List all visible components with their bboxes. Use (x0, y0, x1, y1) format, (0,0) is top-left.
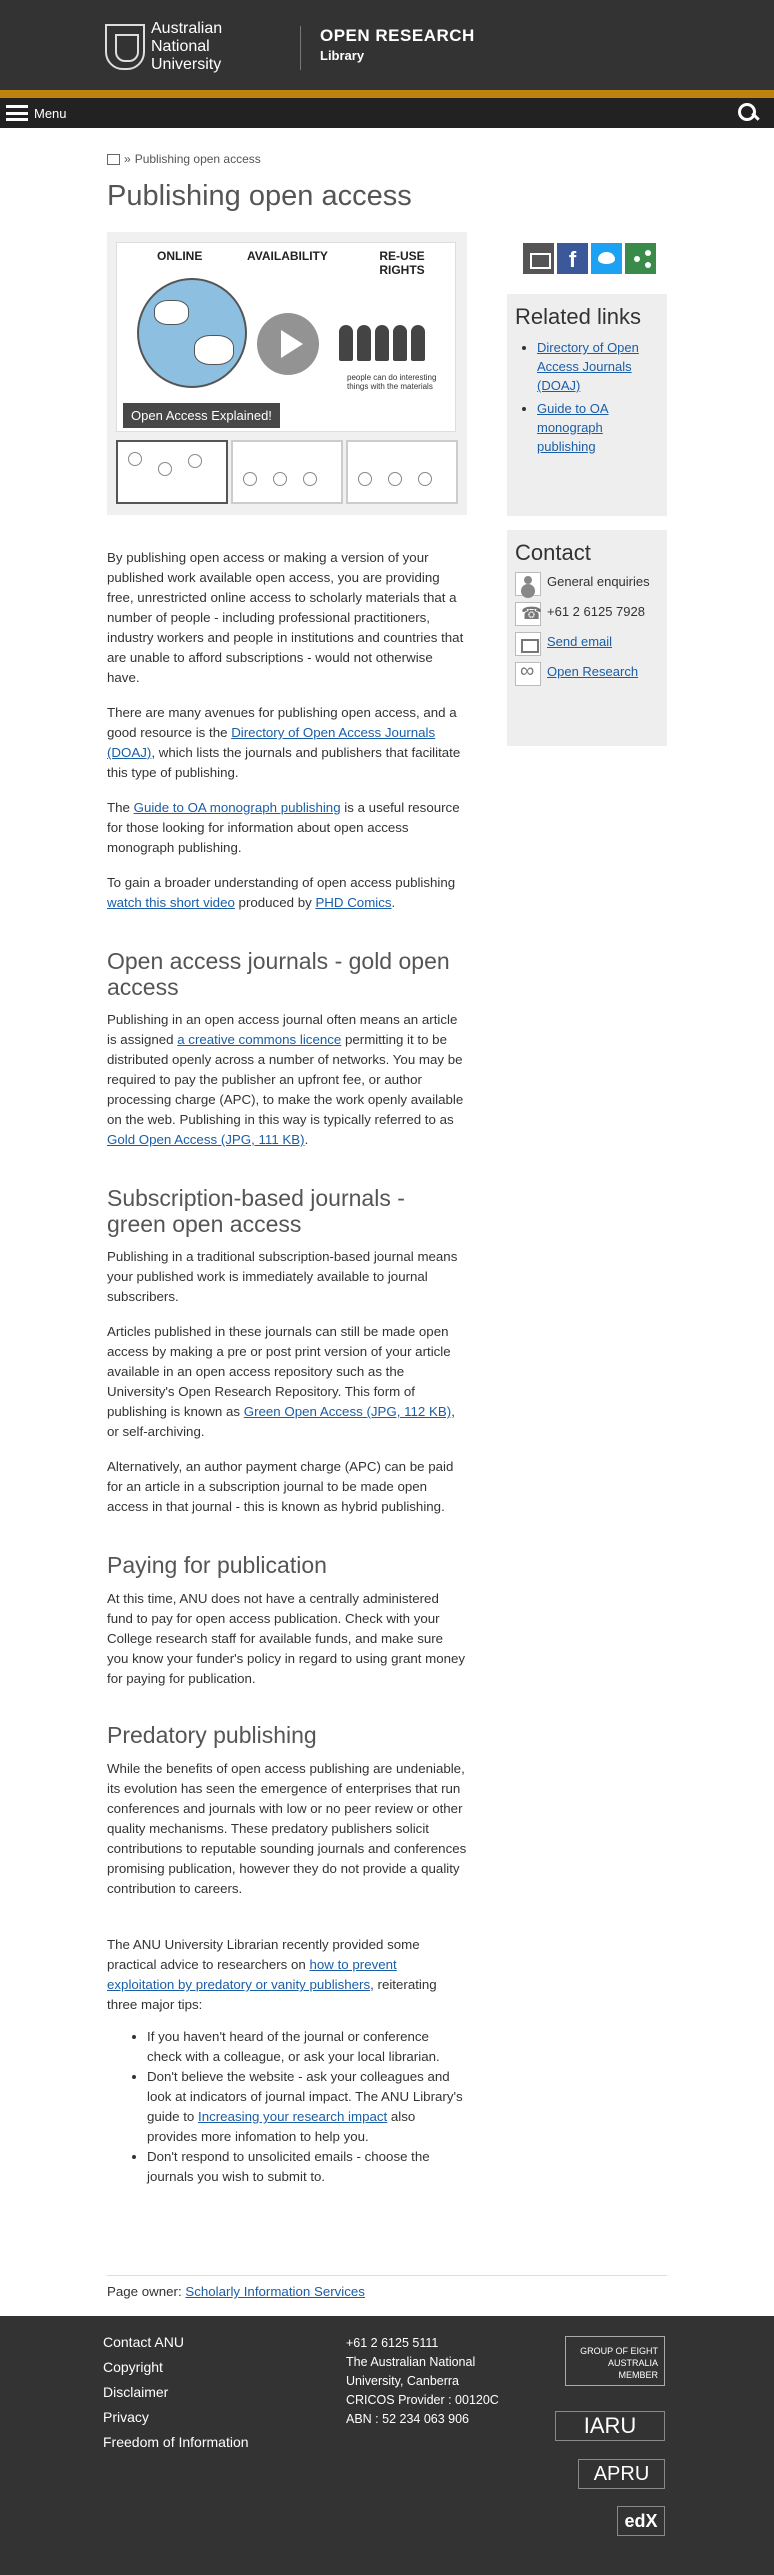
watch-video-link[interactable]: watch this short video (107, 895, 235, 910)
avenues-paragraph: There are many avenues for publishing op… (107, 705, 461, 780)
paying-heading: Paying for publication (107, 1552, 327, 1578)
apru-badge[interactable]: APRU (578, 2459, 665, 2489)
nav-bar: Menu (0, 98, 774, 128)
send-email-link[interactable]: Send email (547, 632, 612, 656)
green-paragraph-1: Publishing in a traditional subscription… (107, 1249, 458, 1304)
site-header: Australian National University OPEN RESE… (0, 0, 774, 90)
tip-item: Don't respond to unsolicited emails - ch… (147, 2147, 467, 2187)
gold-paragraph: Publishing in an open access journal oft… (107, 1012, 464, 1147)
monograph-paragraph: The Guide to OA monograph publishing is … (107, 800, 460, 855)
twitter-icon[interactable] (591, 243, 622, 274)
email-share-icon[interactable] (523, 243, 554, 274)
gold-oa-link[interactable]: Gold Open Access (JPG, 111 KB) (107, 1132, 305, 1147)
globe-illustration (137, 278, 247, 388)
site-footer: Contact ANU Copyright Disclaimer Privacy… (0, 2316, 774, 2575)
logo-line-1: Australian (151, 20, 223, 37)
header-divider (300, 26, 301, 70)
green-oa-link[interactable]: Green Open Access (JPG, 112 KB) (244, 1404, 451, 1419)
research-impact-link[interactable]: Increasing your research impact (198, 2109, 387, 2124)
footer-contact-link[interactable]: Contact ANU (103, 2330, 249, 2355)
related-links-heading: Related links (515, 304, 641, 329)
gold-heading: Open access journals - gold open access (107, 948, 450, 1000)
related-links-panel: Related links Directory of Open Access J… (507, 294, 667, 516)
site-subtitle: Library (320, 48, 365, 63)
page-owner-link[interactable]: Scholarly Information Services (185, 2284, 365, 2299)
intro-paragraph: By publishing open access or making a ve… (107, 550, 464, 685)
breadcrumb-separator: » (124, 152, 131, 166)
video-heading-online: ONLINE (157, 249, 203, 263)
go8-badge[interactable]: GROUP OF EIGHT AUSTRALIA MEMBER (565, 2336, 665, 2386)
mail-icon (515, 632, 541, 656)
footer-disclaimer-link[interactable]: Disclaimer (103, 2380, 249, 2405)
footer-copyright-link[interactable]: Copyright (103, 2355, 249, 2380)
oa-monograph-link[interactable]: Guide to OA monograph publishing (134, 800, 341, 815)
facebook-icon[interactable]: f (557, 243, 588, 274)
home-icon[interactable] (107, 153, 120, 165)
search-icon[interactable] (735, 101, 761, 125)
gold-bar (0, 90, 774, 98)
share-icon[interactable] (625, 243, 656, 274)
green-paragraph-2: Articles published in these journals can… (107, 1324, 455, 1439)
logo-line-3: University (151, 56, 222, 73)
footer-cricos: CRICOS Provider : 00120C (346, 2393, 499, 2407)
contact-panel: Contact General enquiries +61 2 6125 792… (507, 530, 667, 746)
menu-label: Menu (34, 105, 67, 121)
edx-badge[interactable]: edX (617, 2506, 665, 2536)
video-thumbnail-1[interactable] (116, 440, 228, 504)
share-bar: f (523, 243, 656, 274)
video-player[interactable]: ONLINE AVAILABILITY RE-USE RIGHTS people… (107, 232, 467, 515)
anu-logo[interactable]: Australian National University (105, 20, 255, 73)
contact-general: General enquiries (547, 574, 650, 589)
tip-item: Don't believe the website - ask your col… (147, 2067, 467, 2147)
predatory-heading: Predatory publishing (107, 1722, 317, 1748)
video-heading-reuse: RE-USE RIGHTS (379, 249, 425, 277)
video-thumbnail-3[interactable] (346, 440, 458, 504)
tips-list: If you haven't heard of the journal or c… (107, 2027, 467, 2187)
video-caption: Open Access Explained! (123, 403, 280, 428)
site-title[interactable]: OPEN RESEARCH (320, 26, 475, 46)
footer-links: Contact ANU Copyright Disclaimer Privacy… (103, 2330, 249, 2455)
person-icon (515, 572, 541, 596)
page-title: Publishing open access (107, 180, 412, 212)
video-heading-availability: AVAILABILITY (247, 249, 328, 263)
page-owner: Page owner: Scholarly Information Servic… (107, 2275, 667, 2299)
video-frame[interactable]: ONLINE AVAILABILITY RE-USE RIGHTS people… (116, 242, 456, 432)
video-bubble-text: people can do interesting things with th… (347, 373, 437, 391)
open-research-link[interactable]: Open Research (547, 662, 638, 686)
green-paragraph-3: Alternatively, an author payment charge … (107, 1459, 454, 1514)
footer-info: +61 2 6125 5111 The Australian National … (346, 2334, 516, 2429)
footer-phone: +61 2 6125 5111 (346, 2336, 439, 2350)
video-paragraph: To gain a broader understanding of open … (107, 875, 456, 910)
breadcrumb: » Publishing open access (107, 152, 261, 166)
link-icon (515, 662, 541, 686)
menu-button[interactable]: Menu (6, 102, 67, 124)
related-link-oa-monograph[interactable]: Guide to OA monograph publishing (537, 401, 609, 454)
paying-paragraph: At this time, ANU does not have a centra… (107, 1591, 466, 1686)
phd-comics-link[interactable]: PHD Comics (315, 895, 391, 910)
breadcrumb-current: Publishing open access (134, 152, 261, 166)
phone-icon (515, 602, 542, 626)
contact-heading: Contact (515, 540, 591, 565)
logo-line-2: National (151, 38, 210, 55)
tip-item: If you haven't heard of the journal or c… (147, 2027, 467, 2067)
iaru-badge[interactable]: IARU (555, 2411, 665, 2441)
green-heading: Subscription-based journals - green open… (107, 1185, 405, 1237)
creative-commons-link[interactable]: a creative commons licence (177, 1032, 341, 1047)
related-link-doaj[interactable]: Directory of Open Access Journals (DOAJ) (537, 340, 639, 393)
predatory-paragraph-2: The ANU University Librarian recently pr… (107, 1937, 437, 2012)
play-icon[interactable] (257, 313, 319, 375)
footer-foi-link[interactable]: Freedom of Information (103, 2430, 249, 2455)
video-thumbnail-2[interactable] (231, 440, 343, 504)
contact-phone: +61 2 6125 7928 (547, 604, 645, 619)
anu-crest-icon (105, 24, 145, 70)
predatory-paragraph-1: While the benefits of open access publis… (107, 1761, 467, 1896)
footer-abn: ABN : 52 234 063 906 (346, 2412, 470, 2426)
footer-privacy-link[interactable]: Privacy (103, 2405, 249, 2430)
footer-org: The Australian National University, Canb… (346, 2355, 476, 2388)
hamburger-icon (6, 105, 28, 121)
